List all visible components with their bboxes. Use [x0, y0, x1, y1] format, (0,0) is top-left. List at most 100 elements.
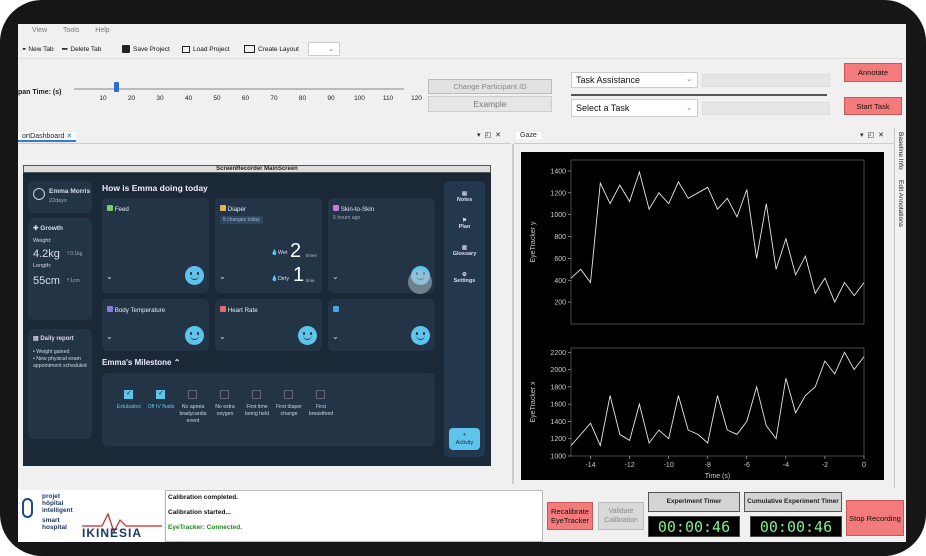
- series-line: [570, 351, 865, 448]
- milestone-checkbox[interactable]: [124, 389, 133, 399]
- slider-tick-label: 120: [411, 95, 422, 102]
- dirty-label: Dirty: [277, 276, 290, 282]
- milestone-label: No apnea bradycardia event: [179, 404, 207, 424]
- milestone-label: No extra oxygen: [215, 404, 235, 417]
- milestone-checkbox[interactable]: [188, 390, 197, 399]
- milestone-checkbox[interactable]: [316, 390, 325, 399]
- happy-face-icon: [185, 266, 204, 285]
- slider-tick-label: 50: [213, 95, 221, 102]
- daily-report-card[interactable]: ▤ Daily report • Weight gained • New phy…: [28, 329, 92, 439]
- growth-card[interactable]: ✚ Growth Weight: 4.2kg ⇡0.1kg Length: 55…: [28, 218, 92, 320]
- slider-tick-label: 30: [156, 95, 164, 102]
- chevron-up-icon[interactable]: ⌃: [174, 358, 181, 367]
- diaper-card[interactable]: Diaper 5 changes today 💧Wet 2 times 💧Dir…: [215, 198, 322, 293]
- panel-controls-icon[interactable]: ▾◰✕: [477, 131, 505, 139]
- delete-tab-button[interactable]: ━ Delete Tab: [62, 43, 101, 55]
- nav-plan[interactable]: ⚑ Plan: [444, 218, 485, 230]
- length-delta: 1cm: [70, 278, 80, 284]
- tab-baseline-info[interactable]: Baseline Info: [897, 132, 904, 170]
- x-axis-label: Time (s): [705, 473, 730, 480]
- slider-tick-label: 80: [298, 95, 307, 102]
- milestone-label: First diaper change: [276, 404, 302, 417]
- y-tick-label: 1000: [550, 212, 566, 219]
- dashboard-panel-header: ortDashboard ✕ ▾◰✕: [18, 130, 511, 144]
- feed-card[interactable]: Feed ⌄: [102, 198, 209, 293]
- milestone-label: Extubation: [116, 404, 142, 410]
- menu-bar: View Tools Help: [18, 24, 906, 38]
- milestone-card: Extubation Off IV fluids No apnea bradycar…: [102, 373, 435, 446]
- y-tick-label: 2200: [550, 350, 566, 357]
- diaper-icon: [220, 205, 226, 211]
- tab-dashboard[interactable]: ortDashboard ✕: [18, 132, 77, 142]
- chevron-down-icon[interactable]: ⌄: [106, 272, 113, 281]
- toolbar: ╺ New Tab ━ Delete Tab Save Project Load P…: [18, 40, 906, 59]
- validate-calibration-button[interactable]: Validate Calibration: [598, 502, 644, 530]
- tab-edit-annotations[interactable]: Edit Annotations: [897, 180, 904, 227]
- x-tick-label: -4: [783, 462, 789, 469]
- chevron-down-icon: ⌄: [686, 105, 692, 112]
- logo-line: hôpital: [42, 500, 64, 507]
- task-assistance-combo[interactable]: Task Assistance ⌄: [571, 72, 698, 88]
- milestone-checkbox[interactable]: [156, 389, 165, 399]
- slider-handle[interactable]: [113, 82, 119, 92]
- layout-select[interactable]: ⌄: [308, 42, 340, 56]
- lungs-icon: [333, 306, 339, 312]
- milestone-checkbox[interactable]: [284, 390, 293, 399]
- slider-tick-label: 60: [241, 95, 250, 102]
- timespan-label: pan Time: (s): [18, 89, 62, 96]
- x-tick-label: -10: [664, 462, 674, 469]
- load-project-button[interactable]: Load Project: [182, 43, 230, 55]
- tab-gaze[interactable]: Gaze: [516, 132, 541, 139]
- change-participant-button[interactable]: Change Participant ID: [428, 79, 552, 94]
- y-tick-label: 1200: [550, 436, 566, 443]
- y-tick-label: 2000: [550, 367, 566, 374]
- heart-rate-label: Heart Rate: [227, 307, 258, 314]
- chevron-down-icon[interactable]: ⌄: [332, 272, 339, 281]
- plus-icon: +: [462, 432, 467, 438]
- select-task-combo[interactable]: Select a Task ⌄: [571, 99, 698, 117]
- close-icon[interactable]: ✕: [66, 133, 72, 140]
- milestone-label: Off IV fluids: [147, 404, 175, 410]
- start-task-button[interactable]: Start Task: [844, 97, 902, 115]
- experiment-timer: 00:00:46: [648, 516, 740, 537]
- patient-card[interactable]: Emma Morris 22days: [28, 181, 92, 213]
- annotate-button[interactable]: Annotate: [844, 63, 902, 82]
- milestone-checkbox[interactable]: [252, 390, 261, 399]
- activity-button[interactable]: + Activity: [449, 428, 480, 450]
- body-temperature-card[interactable]: Body Temperature ⌄: [102, 299, 209, 351]
- create-layout-button[interactable]: Create Layout: [244, 43, 299, 55]
- report-item: • New physical exam appointment schedule…: [33, 356, 87, 369]
- skin-icon: [333, 205, 339, 211]
- recalibrate-button[interactable]: Recalibrate EyeTracker: [547, 502, 593, 530]
- menu-help[interactable]: Help: [95, 24, 109, 38]
- y-tick-label: 800: [554, 234, 566, 241]
- splitter[interactable]: [512, 144, 514, 484]
- wet-count: 2: [290, 240, 302, 262]
- chevron-down-icon[interactable]: ⌄: [106, 332, 113, 341]
- chevron-down-icon[interactable]: ⌄: [219, 332, 226, 341]
- menu-tools[interactable]: Tools: [63, 24, 79, 38]
- plot-area: [570, 347, 865, 457]
- heart-rate-card[interactable]: Heart Rate ⌄: [215, 299, 322, 351]
- y-tick-label: 200: [554, 300, 566, 307]
- happy-face-icon: [185, 326, 204, 345]
- report-icon: ▤: [33, 336, 39, 342]
- length-label: Length:: [33, 263, 52, 269]
- chevron-down-icon[interactable]: ⌄: [219, 272, 226, 281]
- logo-line: hospital: [42, 524, 67, 531]
- timespan-slider[interactable]: [74, 88, 404, 90]
- panel-controls-icon[interactable]: ▾◰✕: [860, 131, 888, 139]
- folder-icon: [182, 45, 190, 53]
- chevron-down-icon[interactable]: ⌄: [332, 332, 339, 341]
- new-tab-button[interactable]: ╺ New Tab: [20, 43, 54, 55]
- milestone-checkbox[interactable]: [220, 390, 229, 399]
- vitals-card[interactable]: ⌄: [328, 299, 435, 351]
- nav-notes[interactable]: ▤ Notes: [444, 191, 485, 203]
- menu-view[interactable]: View: [32, 24, 47, 38]
- avatar: [33, 188, 45, 200]
- nav-settings[interactable]: ⚙ Settings: [444, 272, 485, 284]
- save-project-button[interactable]: Save Project: [122, 43, 170, 55]
- skin-to-skin-card[interactable]: Skin-to-Skin 5 hours ago ⌄: [328, 198, 435, 294]
- stop-recording-button[interactable]: Stop Recording: [846, 500, 904, 536]
- nav-glossary[interactable]: ▥ Glossary: [444, 245, 485, 257]
